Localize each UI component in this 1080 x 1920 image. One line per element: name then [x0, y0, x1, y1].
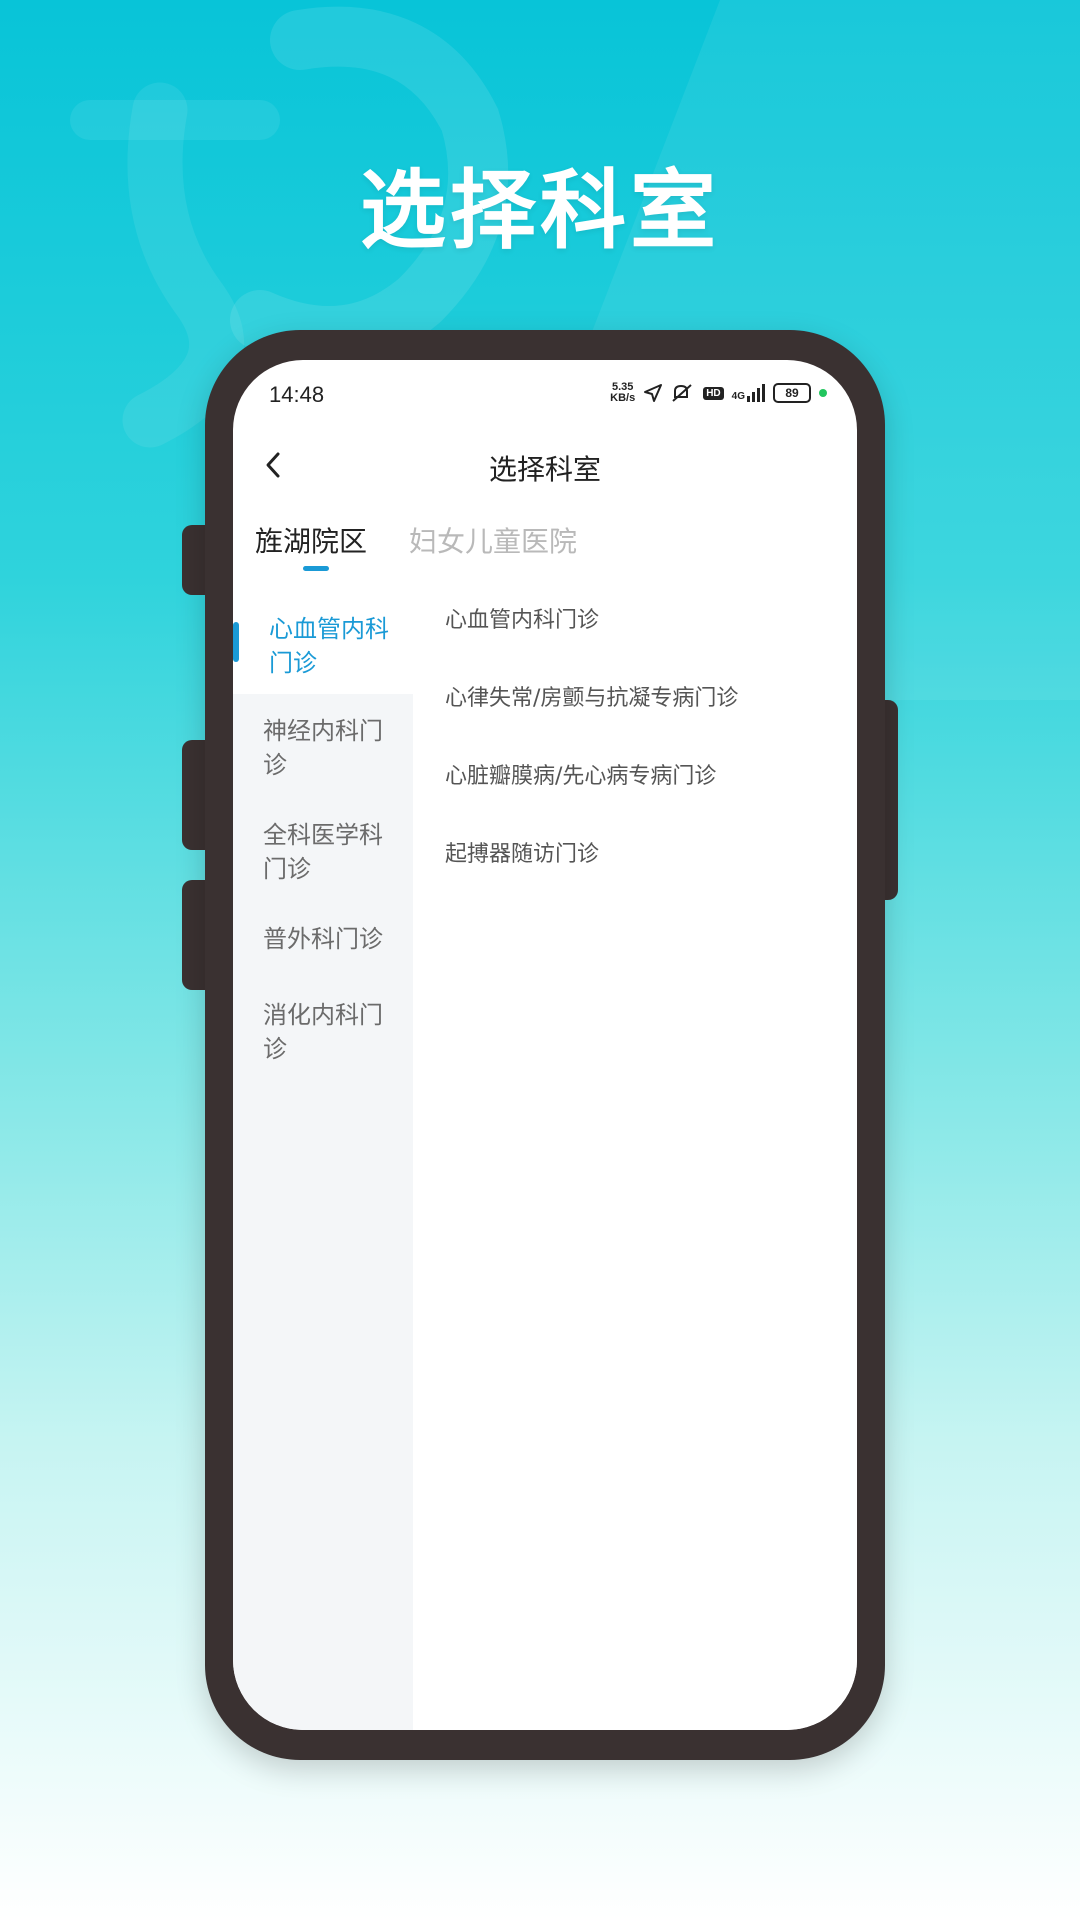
tab-women-children-hospital[interactable]: 妇女儿童医院	[409, 520, 577, 560]
list-item[interactable]: 起搏器随访门诊	[445, 836, 599, 868]
department-list: 心血管内科门诊 心律失常/房颤与抗凝专病门诊 心脏瓣膜病/先心病专病门诊 起搏器…	[413, 582, 857, 1730]
sidebar-item-label: 神经内科门诊	[263, 717, 383, 779]
network-speed: 5.35 KB/s	[610, 382, 635, 404]
hd-icon: HD	[703, 386, 724, 400]
status-bar: 14:48 5.35 KB/s HD 4G 89	[233, 360, 857, 420]
network-speed-unit: KB/s	[610, 392, 636, 404]
mute-icon	[672, 384, 692, 402]
campus-tabs: 旌湖院区 妇女儿童医院	[233, 510, 857, 580]
signal-icon: 4G	[732, 384, 765, 402]
sidebar-item-label: 心血管内科门诊	[269, 615, 389, 677]
sidebar-item-label: 消化内科门诊	[263, 1001, 383, 1063]
phone-screen: 14:48 5.35 KB/s HD 4G 89 选择科室 旌湖院区 妇女儿童医…	[233, 360, 857, 1730]
status-time: 14:48	[269, 382, 325, 407]
sidebar-item-general-surgery[interactable]: 普外科门诊	[233, 914, 413, 984]
location-arrow-icon	[644, 384, 663, 402]
tab-xuhu-campus[interactable]: 旌湖院区	[255, 520, 367, 560]
department-category-sidebar: 心血管内科门诊 神经内科门诊 全科医学科门诊 普外科门诊 消化内科门诊	[233, 582, 413, 1730]
battery-icon: 89	[773, 383, 811, 403]
phone-frame: 14:48 5.35 KB/s HD 4G 89 选择科室 旌湖院区 妇女儿童医…	[205, 330, 885, 1760]
sidebar-item-label: 普外科门诊	[263, 925, 383, 953]
sidebar-item-gastroenterology[interactable]: 消化内科门诊	[233, 984, 413, 1084]
sidebar-item-general-medicine[interactable]: 全科医学科门诊	[233, 804, 413, 914]
hero-title: 选择科室	[360, 161, 720, 261]
list-item[interactable]: 心血管内科门诊	[445, 602, 599, 634]
sidebar-item-label: 全科医学科门诊	[263, 821, 383, 883]
list-item[interactable]: 心脏瓣膜病/先心病专病门诊	[445, 758, 716, 790]
sidebar-item-cardiology[interactable]: 心血管内科门诊	[233, 582, 413, 694]
privacy-indicator-dot	[819, 389, 827, 397]
page-title: 选择科室	[488, 453, 601, 486]
status-icons: 5.35 KB/s HD 4G 89	[610, 380, 827, 406]
list-item[interactable]: 心律失常/房颤与抗凝专病门诊	[445, 680, 738, 712]
active-item-indicator	[233, 622, 239, 662]
sidebar-item-neurology[interactable]: 神经内科门诊	[233, 694, 413, 804]
signal-label: 4G	[731, 391, 745, 402]
active-tab-indicator	[303, 566, 329, 571]
nav-bar: 选择科室	[233, 430, 857, 500]
